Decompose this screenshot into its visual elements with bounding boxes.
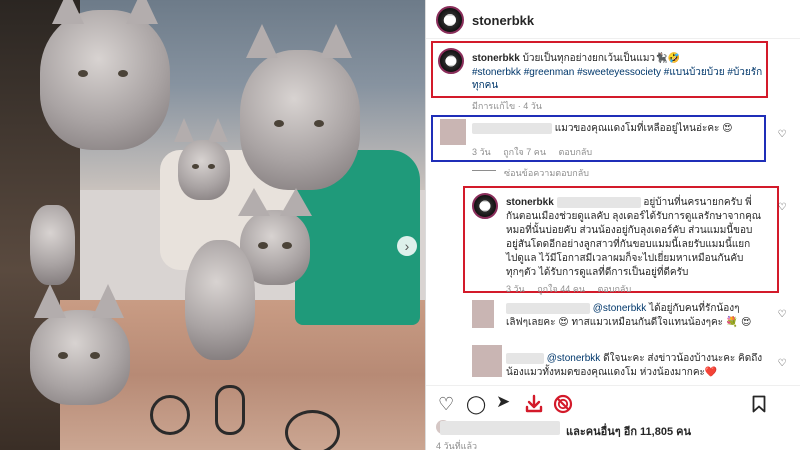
blurred-liker-name — [440, 421, 560, 435]
cat-sitting-left — [30, 205, 75, 285]
share-icon[interactable]: ➤ — [496, 392, 510, 412]
comment-3-mention[interactable]: @stonerbkk — [593, 303, 647, 314]
reply-avatar[interactable] — [472, 193, 498, 219]
replies-line — [472, 170, 496, 171]
likes-count[interactable]: และคนอื่นๆ อีก 11,805 คน — [566, 422, 691, 440]
reply-username[interactable]: stonerbkk — [506, 197, 554, 208]
comment-1-reply-button[interactable]: ตอบกลับ — [559, 147, 593, 157]
actions-divider — [426, 385, 800, 386]
reply-text-line-1: อยู่บ้านที่นครนายกครับ พี่ — [643, 197, 752, 208]
post-photo[interactable]: › — [0, 0, 425, 450]
comment-4-text-line-1: ดีใจนะคะ ส่งข่าวน้องบ้างนะคะ คิดถึง — [603, 353, 763, 364]
download-icon[interactable] — [524, 394, 544, 414]
post-sidebar: stonerbkk stonerbkk บ้วยเป็นทุกอย่างยกเว… — [425, 0, 800, 450]
header-username[interactable]: stonerbkk — [472, 13, 534, 28]
next-photo-button[interactable]: › — [397, 236, 417, 256]
blurred-username — [506, 302, 590, 314]
comment-1-text: แมวของคุณแดงโมที่เหลืออยู่ไหนอ่ะคะ 😍 — [554, 123, 733, 134]
no-sign-icon[interactable] — [553, 394, 573, 414]
caption-meta: มีการแก้ไข · 4 วัน — [472, 101, 542, 111]
reply-body: stonerbkk อยู่บ้านที่นครนายกครับ พี่ กัน… — [506, 196, 768, 280]
cat-top-right — [240, 24, 360, 190]
comment-1-meta: 3 วัน ถูกใจ 7 คน ตอบกลับ — [472, 145, 602, 159]
comment-1-likes[interactable]: ถูกใจ 7 คน — [503, 147, 546, 157]
commenter-avatar[interactable] — [472, 300, 494, 328]
header-avatar[interactable] — [436, 6, 464, 34]
comment-icon[interactable]: ◯ — [466, 394, 486, 414]
hide-replies-button[interactable]: ซ่อนข้อความตอบกลับ — [504, 166, 589, 180]
bookmark-icon[interactable] — [752, 395, 766, 413]
hashtags-line-2[interactable]: ทุกคน — [472, 79, 767, 92]
comment-1-body: แมวของคุณแดงโมที่เหลืออยู่ไหนอ่ะคะ 😍 — [472, 122, 733, 136]
blurred-username — [472, 122, 552, 134]
comment-3-text-line-1: ได้อยู่กับคนที่รักน้องๆ — [649, 303, 740, 314]
tattoo-mark — [150, 395, 190, 435]
reply-text-line-3: หมอที่นั้นบ่อยคับ ส่วนน้องอยู่กับลุงเดอร… — [506, 225, 753, 236]
reply-text-line-4: อยู่สันโดดอีกอย่างลูกสาวที่กันขอบแมมนี้เ… — [506, 239, 751, 250]
tattoo-mark — [285, 410, 340, 450]
cat-small-middle — [174, 118, 230, 200]
heart-icon[interactable]: ♡ — [438, 394, 454, 414]
reply-text-line-5: ไปดูแล ไว้มีโอกาสมีเวลาผมก็จะไปเยี่ยมหาเ… — [506, 253, 744, 264]
comment-like-heart-icon[interactable]: ♡ — [776, 129, 788, 141]
comment-4-body: @stonerbkk ดีใจนะคะ ส่งข่าวน้องบ้างนะคะ … — [506, 352, 768, 380]
tattoo-mark — [215, 385, 245, 435]
comment-4-text-line-2: น้องแมวทั้งหมดของคุณแดงโม ห่วงน้องมากคะ❤… — [506, 367, 718, 378]
commenter-avatar[interactable] — [472, 345, 502, 377]
reply-time: 3 วัน — [506, 284, 525, 294]
cat-center — [185, 240, 255, 360]
comment-like-heart-icon[interactable]: ♡ — [776, 309, 788, 321]
comment-3-body: @stonerbkk ได้อยู่กับคนที่รักน้องๆ เลิฟๆ… — [506, 302, 768, 330]
reply-text-line-2: กันตอนเมืองช่วยดูแลคับ ลุงเดอร์ได้รับการ… — [506, 211, 762, 222]
reply-like-heart-icon[interactable]: ♡ — [776, 202, 788, 214]
reply-meta: 3 วัน ถูกใจ 44 คน ตอบกลับ — [506, 282, 641, 296]
reply-likes[interactable]: ถูกใจ 44 คน — [537, 284, 585, 294]
reply-reply-button[interactable]: ตอบกลับ — [598, 284, 632, 294]
header-divider — [426, 38, 800, 39]
post-timestamp: 4 วันที่แล้ว — [436, 441, 478, 450]
comment-1-time: 3 วัน — [472, 147, 491, 157]
blurred-mention — [556, 196, 641, 208]
caption-username[interactable]: stonerbkk — [472, 53, 520, 64]
caption-hashtags[interactable]: #stonerbkk #greenman #sweeteyessociety #… — [472, 66, 767, 92]
comment-4-mention[interactable]: @stonerbkk — [547, 353, 601, 364]
comment-3-text-line-2: เลิฟๆเลยคะ 😍 ทาสแมวเหมือนกันดีใจแทนน้องๆ… — [506, 317, 752, 328]
comment-like-heart-icon[interactable]: ♡ — [776, 358, 788, 370]
cat-bottom-left — [30, 284, 130, 405]
reply-text-line-6: ทุกๆตัว ได้รับการดูแลที่ดีการเป็นอยู่ที่… — [506, 267, 689, 278]
blurred-username — [506, 352, 544, 364]
caption: stonerbkk บ้วยเป็นทุกอย่างยกเว้นเป็นแมว🐈… — [472, 52, 762, 66]
caption-text: บ้วยเป็นทุกอย่างยกเว้นเป็นแมว🐈‍⬛🤣 — [522, 53, 680, 64]
cat-top-left — [40, 0, 170, 150]
commenter-avatar[interactable] — [440, 119, 466, 145]
caption-avatar[interactable] — [438, 48, 464, 74]
hashtags-line-1[interactable]: #stonerbkk #greenman #sweeteyessociety #… — [472, 66, 767, 79]
